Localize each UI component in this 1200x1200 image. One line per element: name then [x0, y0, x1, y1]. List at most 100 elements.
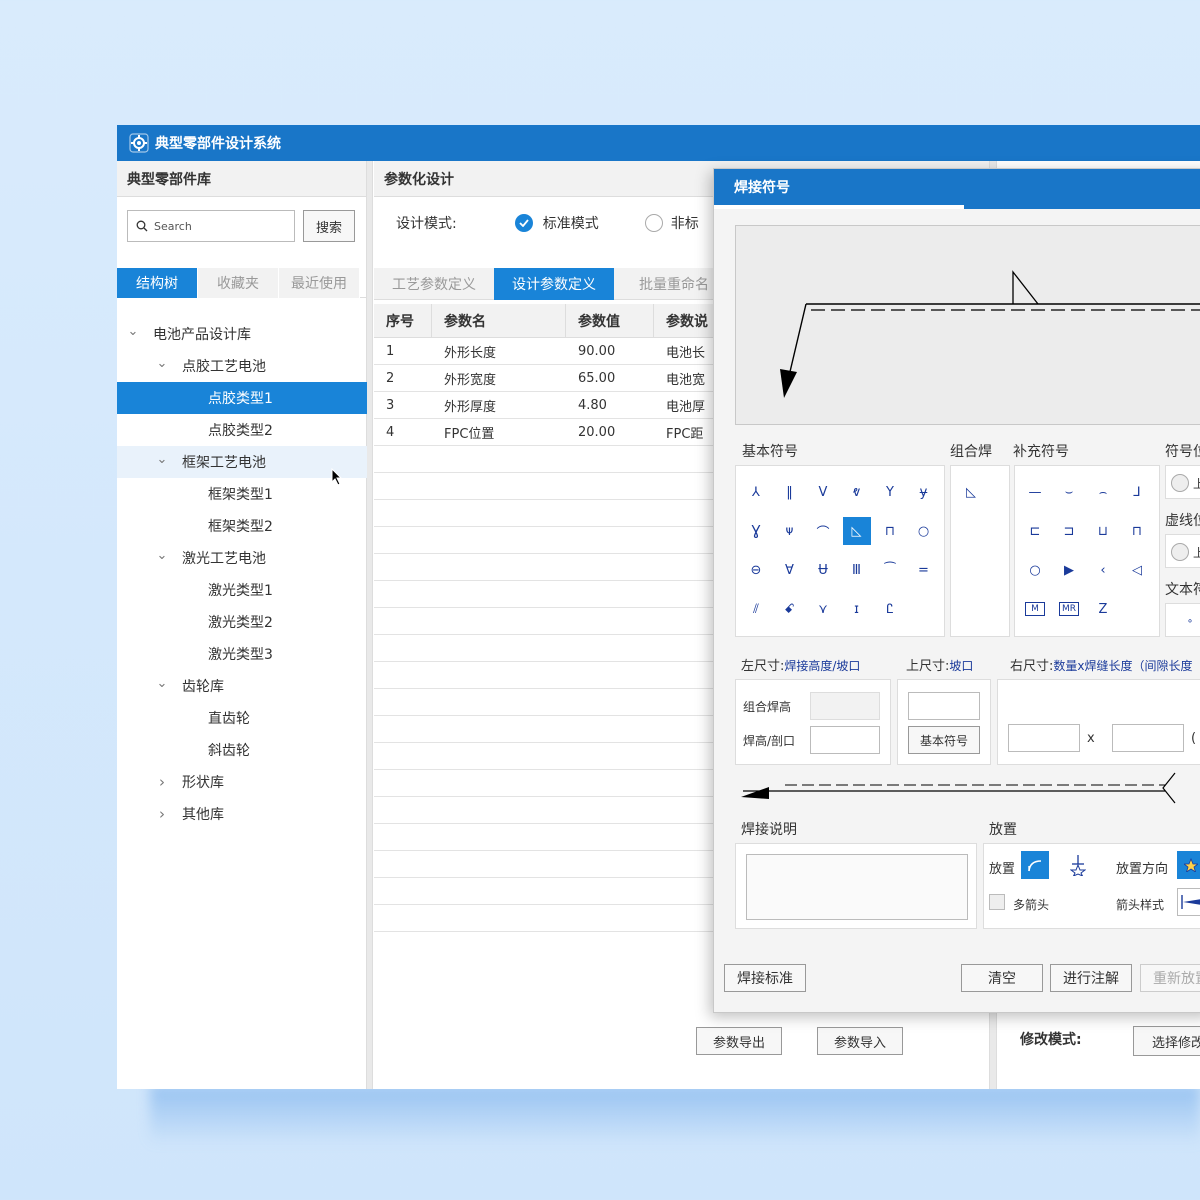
chevron-right-icon[interactable]: ›: [156, 773, 168, 791]
place-curve-button[interactable]: [1021, 851, 1049, 879]
radio-standard-mode[interactable]: [514, 214, 533, 232]
supplement-weld-symbol[interactable]: ⌣: [1055, 478, 1083, 506]
combo-fillet-symbol[interactable]: ◺: [957, 478, 985, 506]
tree-item[interactable]: 点胶类型1: [117, 382, 367, 414]
basic-weld-symbol[interactable]: ⊖: [742, 556, 770, 584]
basic-weld-symbol[interactable]: ○: [910, 517, 938, 545]
standard-mode-label[interactable]: 标准模式: [543, 213, 599, 233]
tab-favorites[interactable]: 收藏夹: [198, 268, 279, 298]
chevron-down-icon[interactable]: ⌄: [156, 356, 168, 371]
supplement-weld-symbol[interactable]: —: [1021, 478, 1049, 506]
basic-weld-symbol[interactable]: Ɐ: [776, 556, 804, 584]
chevron-down-icon[interactable]: ⌄: [156, 548, 168, 563]
basic-weld-symbol[interactable]: Ⅲ: [843, 556, 871, 584]
tree-item[interactable]: ⌄ 齿轮库: [117, 670, 367, 702]
supplement-weld-symbol[interactable]: ‹: [1089, 556, 1117, 584]
search-button[interactable]: 搜索: [303, 210, 355, 242]
weld-standard-button[interactable]: 焊接标准: [724, 964, 806, 992]
tab-process-params[interactable]: 工艺参数定义: [374, 268, 494, 300]
supplement-weld-symbol[interactable]: ⊐: [1055, 517, 1083, 545]
basic-weld-symbol[interactable]: ◺: [842, 517, 871, 545]
supplement-weld-symbol[interactable]: ⌢: [1089, 478, 1117, 506]
supplement-weld-symbol[interactable]: ⊏: [1021, 517, 1049, 545]
supplement-weld-symbol[interactable]: ⊔: [1089, 517, 1117, 545]
radio-nonstandard-mode[interactable]: [644, 214, 663, 232]
text-dot-symbol[interactable]: ∘: [1176, 607, 1200, 635]
search-input[interactable]: Search: [127, 210, 295, 242]
tree-item[interactable]: ⌄ 激光工艺电池: [117, 542, 367, 574]
tab-structure-tree[interactable]: 结构树: [117, 268, 198, 298]
supplement-weld-symbol[interactable]: M: [1025, 602, 1045, 616]
basic-weld-symbol[interactable]: ɪ: [843, 595, 871, 623]
export-params-button[interactable]: 参数导出: [696, 1027, 782, 1055]
tree-item[interactable]: 激光类型2: [117, 606, 367, 638]
tree-item[interactable]: 框架类型2: [117, 510, 367, 542]
annotate-button[interactable]: 进行注解: [1050, 964, 1132, 992]
chevron-right-icon[interactable]: ›: [156, 805, 168, 823]
supplement-weld-symbol[interactable]: ◁: [1123, 556, 1151, 584]
multi-arrow-checkbox[interactable]: [989, 894, 1005, 910]
tree-item[interactable]: ⌄ 电池产品设计库: [117, 318, 367, 350]
arrow-style-select[interactable]: [1177, 888, 1200, 916]
place-direction-button[interactable]: [1177, 851, 1200, 879]
basic-weld-symbol[interactable]: ᴪ: [776, 517, 804, 545]
tab-design-params[interactable]: 设计参数定义: [494, 268, 614, 300]
tree-item[interactable]: › 形状库: [117, 766, 367, 798]
col-param-value[interactable]: 参数值: [566, 304, 654, 337]
basic-weld-symbol[interactable]: Ɣ: [742, 517, 770, 545]
supplement-weld-symbol[interactable]: MR: [1059, 602, 1079, 616]
col-index[interactable]: 序号: [374, 304, 432, 337]
weld-description-field[interactable]: [746, 854, 968, 920]
supplement-weld-symbol[interactable]: ○: [1021, 556, 1049, 584]
place-star-button[interactable]: [1064, 851, 1092, 879]
tree-item[interactable]: 点胶类型2: [117, 414, 367, 446]
chevron-down-icon[interactable]: ⌄: [127, 324, 139, 339]
tree-item[interactable]: ⌄ 点胶工艺电池: [117, 350, 367, 382]
tab-recent[interactable]: 最近使用: [279, 268, 360, 298]
basic-weld-symbol[interactable]: ‖: [776, 478, 804, 506]
basic-weld-symbol[interactable]: ɏ: [910, 478, 938, 506]
tree-item[interactable]: 激光类型3: [117, 638, 367, 670]
supplement-weld-symbol[interactable]: Z: [1089, 595, 1117, 623]
dashed-pos-up-radio[interactable]: [1171, 543, 1189, 561]
basic-weld-symbol[interactable]: ꗃ: [776, 595, 804, 623]
basic-symbol-button[interactable]: 基本符号: [908, 726, 980, 754]
combo-height-field[interactable]: [810, 692, 880, 720]
nonstandard-mode-label[interactable]: 非标: [671, 213, 699, 233]
basic-weld-symbol[interactable]: V: [809, 478, 837, 506]
tree-item[interactable]: 斜齿轮: [117, 734, 367, 766]
basic-weld-symbol[interactable]: ⅄: [742, 478, 770, 506]
basic-weld-symbol[interactable]: ⁀: [876, 556, 904, 584]
tree-item[interactable]: 激光类型1: [117, 574, 367, 606]
col-param-desc[interactable]: 参数说: [654, 304, 714, 337]
replace-button[interactable]: 重新放置: [1140, 964, 1200, 992]
col-param-name[interactable]: 参数名: [432, 304, 566, 337]
tree-item[interactable]: 直齿轮: [117, 702, 367, 734]
basic-weld-symbol[interactable]: ⋎: [809, 595, 837, 623]
chevron-down-icon[interactable]: ⌄: [156, 452, 168, 467]
basic-weld-symbol[interactable]: =: [910, 556, 938, 584]
chevron-down-icon[interactable]: ⌄: [156, 676, 168, 691]
select-modify-button[interactable]: 选择修改: [1133, 1026, 1200, 1056]
basic-weld-symbol[interactable]: Y: [876, 478, 904, 506]
symbol-pos-up-radio[interactable]: [1171, 474, 1189, 492]
basic-weld-symbol[interactable]: Ʉ: [809, 556, 837, 584]
weld-height-field[interactable]: [810, 726, 880, 754]
basic-weld-symbol[interactable]: Ꮭ: [876, 595, 904, 623]
tree-item[interactable]: › 其他库: [117, 798, 367, 830]
weld-length-field[interactable]: [1112, 724, 1184, 752]
import-params-button[interactable]: 参数导入: [817, 1027, 903, 1055]
tree-item[interactable]: 框架类型1: [117, 478, 367, 510]
tree-item[interactable]: ⌄ 框架工艺电池: [117, 446, 367, 478]
quantity-field[interactable]: [1008, 724, 1080, 752]
supplement-weld-symbol[interactable]: ⅃: [1123, 478, 1151, 506]
clear-button[interactable]: 清空: [961, 964, 1043, 992]
basic-weld-symbol[interactable]: ⱴ: [843, 478, 871, 506]
basic-weld-symbol[interactable]: ⌒: [809, 517, 837, 545]
basic-weld-symbol[interactable]: ⊓: [876, 517, 904, 545]
top-size-field[interactable]: [908, 692, 980, 720]
supplement-weld-symbol[interactable]: ▶: [1055, 556, 1083, 584]
splitter-left[interactable]: [367, 161, 373, 1089]
basic-weld-symbol[interactable]: ⫽: [742, 595, 770, 623]
supplement-weld-symbol[interactable]: ⊓: [1123, 517, 1151, 545]
